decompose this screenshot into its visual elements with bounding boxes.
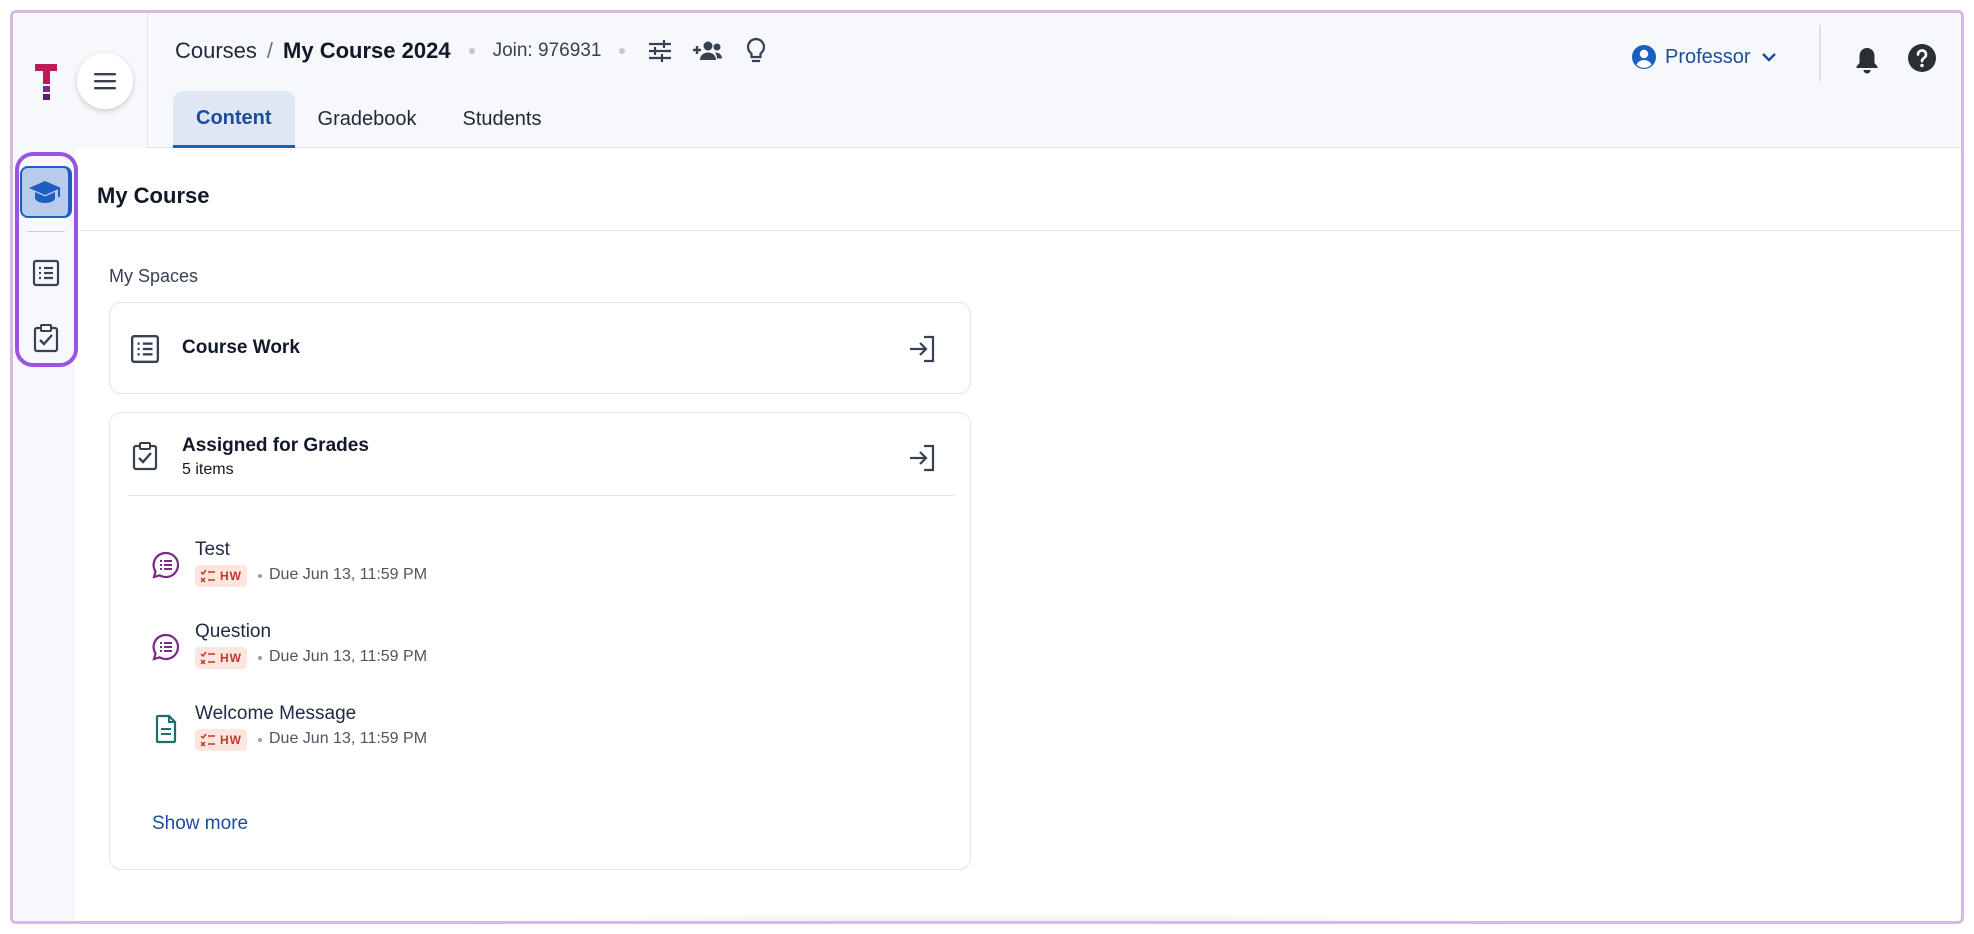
- app-logo: [35, 64, 57, 100]
- course-work-card[interactable]: Course Work: [109, 302, 971, 394]
- homework-badge: HW: [195, 729, 247, 751]
- hamburger-icon: [94, 73, 116, 90]
- app-window: Courses / My Course 2024 Join: 976931 Co…: [10, 10, 1964, 924]
- course-work-title: Course Work: [182, 337, 300, 358]
- tab-students[interactable]: Students: [440, 91, 565, 148]
- assigned-for-grades-card: Assigned for Grades 5 items Test HW Due …: [109, 412, 971, 870]
- homework-badge: HW: [195, 647, 247, 669]
- tab-content[interactable]: Content: [173, 91, 295, 148]
- due-date: Due Jun 13, 11:59 PM: [269, 730, 428, 747]
- list-icon: [130, 334, 160, 364]
- meta-dot: [258, 574, 262, 578]
- ideas-button[interactable]: [739, 34, 773, 68]
- course-tabs: Content Gradebook Students: [173, 91, 564, 148]
- sliders-icon: [649, 40, 672, 62]
- assignment-item-test[interactable]: Test HW Due Jun 13, 11:59 PM: [150, 539, 850, 599]
- role-switcher[interactable]: Professor: [1631, 37, 1777, 77]
- menu-button[interactable]: [77, 53, 133, 109]
- badge-label: HW: [220, 651, 242, 665]
- discussion-icon: [152, 551, 180, 579]
- join-code: Join: 976931: [492, 40, 602, 61]
- assignment-title: Test: [195, 539, 230, 560]
- title-divider: [79, 230, 1961, 231]
- settings-sliders-button[interactable]: [643, 34, 677, 68]
- card-divider: [128, 495, 954, 496]
- account-circle-icon: [1632, 45, 1656, 69]
- meta-dot: [258, 656, 262, 660]
- assignment-item-welcome-message[interactable]: Welcome Message HW Due Jun 13, 11:59 PM: [150, 703, 850, 763]
- help-icon[interactable]: [1907, 43, 1937, 73]
- add-group-icon: [693, 41, 723, 60]
- breadcrumb-separator: /: [266, 38, 274, 63]
- discussion-icon: [152, 633, 180, 661]
- badge-label: HW: [220, 733, 242, 747]
- checklist-icon: [200, 651, 215, 665]
- page-title: My Course: [97, 183, 210, 208]
- checklist-icon: [200, 733, 215, 747]
- badge-label: HW: [220, 569, 242, 583]
- document-icon: [155, 714, 177, 744]
- enter-icon[interactable]: [906, 333, 938, 365]
- meta-dot: [258, 738, 262, 742]
- separator-dot: [468, 48, 475, 54]
- role-label: Professor: [1665, 45, 1751, 68]
- checklist-icon: [200, 569, 215, 583]
- assigned-count: 5 items: [182, 461, 234, 478]
- due-date: Due Jun 13, 11:59 PM: [269, 566, 428, 583]
- show-more-link[interactable]: Show more: [152, 813, 248, 835]
- rail-highlight-outline: [15, 152, 78, 367]
- section-label: My Spaces: [109, 266, 199, 286]
- brand-area: [13, 13, 148, 148]
- header-divider: [1819, 25, 1821, 81]
- add-people-button[interactable]: [691, 34, 725, 68]
- tab-gradebook[interactable]: Gradebook: [295, 91, 440, 148]
- enter-icon[interactable]: [906, 442, 938, 474]
- course-title: My Course 2024: [283, 38, 451, 63]
- breadcrumb: Courses / My Course 2024 Join: 976931: [175, 33, 787, 69]
- breadcrumb-courses-link[interactable]: Courses: [175, 38, 257, 64]
- bottom-shadow: [413, 911, 1563, 921]
- notifications-bell-icon[interactable]: [1853, 45, 1881, 75]
- due-date: Due Jun 13, 11:59 PM: [269, 648, 428, 665]
- separator-dot: [619, 48, 626, 54]
- homework-badge: HW: [195, 565, 247, 587]
- chevron-down-icon: [1761, 53, 1776, 62]
- assignment-item-question[interactable]: Question HW Due Jun 13, 11:59 PM: [150, 621, 850, 681]
- assigned-title: Assigned for Grades: [182, 435, 369, 456]
- assignment-title: Welcome Message: [195, 703, 357, 724]
- clipboard-check-icon: [132, 442, 158, 471]
- assignment-title: Question: [195, 621, 272, 642]
- lightbulb-icon: [747, 37, 766, 63]
